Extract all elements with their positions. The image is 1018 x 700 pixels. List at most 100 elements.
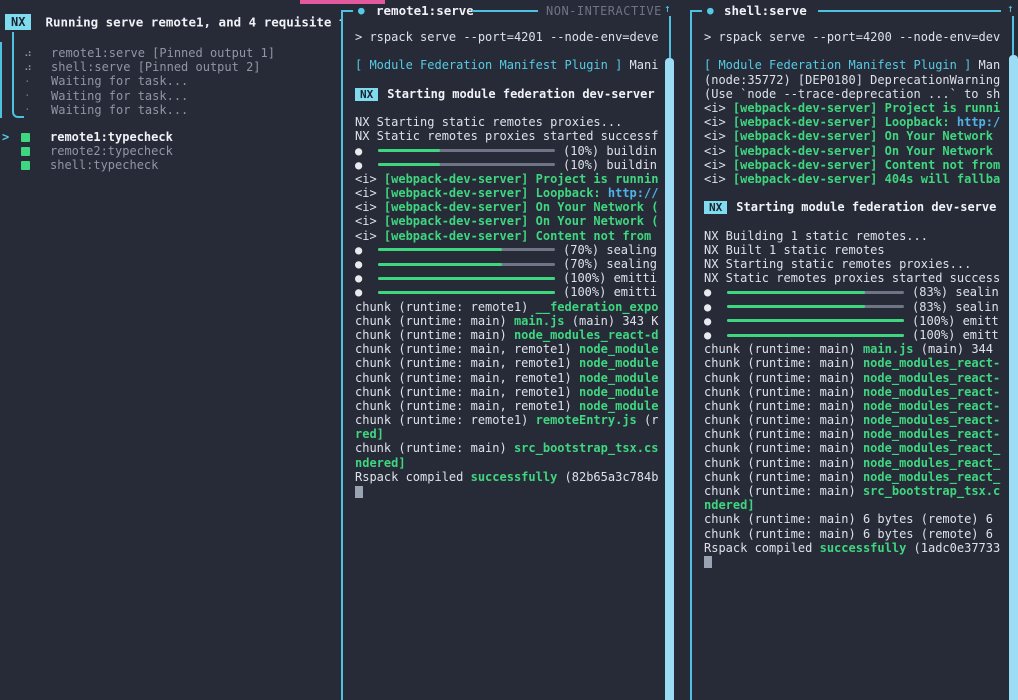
progress-bullet-icon: ● [355,144,378,158]
progress-bullet-icon: ● [355,285,378,299]
running-bullet-icon: ● [707,4,714,17]
task-label: Waiting for task... [51,89,188,103]
task-label: Waiting for task... [51,103,188,117]
progress-bar-fill [378,248,502,251]
progress-bar [378,277,555,280]
progress-label: (100%) emitti [563,285,657,299]
text-segment: node_modules_react-d [514,328,659,342]
text-segment: chunk (runtime: main) 6 bytes (remote) 6 [704,512,993,526]
scrollbar-remote1: ↑ [662,0,678,700]
task-label: remote1:typecheck [50,130,173,144]
progress-line: ●(100%) emitti [355,271,661,285]
text-segment: Content not from [885,158,1001,172]
text-segment: chunk (runtime: main) [704,441,863,455]
text-segment: <i> [704,101,733,115]
text-segment: <i> [355,200,384,214]
task-waiting-icon: · [24,75,51,88]
progress-line: ●(100%) emitt [704,314,1008,328]
terminal-line: chunk (runtime: main) main.js (main) 344 [704,342,1008,356]
scrollbar-shell: ↑ [1003,0,1018,700]
scrollbar-thumb[interactable] [1009,55,1018,700]
text-segment: node_module [579,371,658,385]
task-row[interactable]: ·Waiting for task... [0,74,341,88]
task-row[interactable]: shell:typecheck [0,158,341,172]
text-segment: chunk (runtime: main) [704,413,863,427]
progress-label: (10%) buildin [563,144,657,158]
text-segment: (main) 344 [914,342,993,356]
text-segment: chunk (runtime: main) [355,441,514,455]
scroll-up-icon[interactable]: ↑ [664,2,671,15]
text-segment: <i> [355,214,384,228]
blank-line [704,186,1008,200]
text-segment: successfully [820,541,907,555]
text-segment: [webpack-dev-server] [384,229,536,243]
text-segment: (1adc0e37733 [906,541,1000,555]
terminal-line [355,484,661,498]
scrollbar-track[interactable] [669,16,671,58]
terminal-line: <i> [webpack-dev-server] Content not fro… [704,158,1008,172]
scroll-up-icon[interactable]: ↑ [1007,2,1014,15]
nx-badge: NX [704,201,727,214]
text-segment: On Your Network [885,129,993,143]
progress-label: (10%) buildin [563,158,657,172]
task-row[interactable]: ·Waiting for task... [0,103,341,117]
scrollbar-thumb[interactable] [665,58,674,700]
text-segment: __federation_expo [536,300,659,314]
task-label: shell:typecheck [50,158,158,172]
pane-left-border [341,10,343,700]
progress-label: (83%) sealin [912,285,999,299]
task-waiting-icon: · [24,89,51,102]
text-segment: chunk (runtime: main) [704,399,863,413]
progress-bullet-icon: ● [355,158,378,172]
text-segment: chunk (runtime: main, remote1) [355,399,579,413]
progress-bar-fill [378,263,502,266]
terminal-line: chunk (runtime: main) node_modules_react… [704,371,1008,385]
text-segment: chunk (runtime: main, remote1) [355,356,579,370]
terminal-line: (node:35772) [DEP0180] DeprecationWarnin… [704,73,1008,87]
pane-title-rule [472,10,538,12]
text-segment: node_modules_react- [863,413,1000,427]
running-bullet-icon: ● [358,4,365,17]
pane-title[interactable]: remote1:serve [376,3,474,18]
text-segment: On Your Network [885,144,993,158]
text-segment: NX Starting static remotes proxies... [704,257,971,271]
text-segment: [webpack-dev-server] [733,129,885,143]
progress-bar [378,263,555,266]
text-segment: Project is runnin [536,172,659,186]
text-segment: > rspack serve --port=4201 --node-env=de… [355,30,658,44]
text-segment: node_modules_react- [863,371,1000,385]
task-list-title: Running serve remote1, and 4 requisite t… [45,15,341,30]
progress-label: (83%) sealin [912,300,999,314]
task-row[interactable]: ·Waiting for task... [0,89,341,103]
terminal-cursor [355,486,363,498]
task-row[interactable]: ⠴remote1:serve [Pinned output 1] [0,46,341,60]
text-segment: Mani [630,58,659,72]
text-segment: (node:35772) [DEP0180] DeprecationWarnin… [704,73,1000,87]
text-segment: 404s will fallba [885,172,1001,186]
pane-title[interactable]: shell:serve [724,3,807,18]
pane-shell-serve: ● shell:serve > rspack serve --port=4200… [690,0,1006,700]
task-row[interactable]: remote2:typecheck [0,144,341,158]
terminal-line: <i> [webpack-dev-server] On Your Network [704,129,1008,143]
task-spinner-icon: ⠴ [24,47,51,60]
text-segment: node_modules_react- [863,427,1000,441]
text-segment: NX Starting static remotes proxies... [355,115,622,129]
text-segment: <i> [355,186,384,200]
scrollbar-track[interactable] [1012,16,1014,56]
progress-bullet-icon: ● [704,285,727,299]
terminal-line: chunk (runtime: main) node_modules_react… [704,413,1008,427]
text-segment: chunk (runtime: main) [704,371,863,385]
text-segment: src_bootstrap_tsx.c [863,484,1000,498]
terminal-output[interactable]: > rspack serve --port=4201 --node-env=de… [355,30,661,695]
terminal-line: <i> [webpack-dev-server] On Your Network [704,144,1008,158]
text-segment: On Your Network ( [536,200,659,214]
task-row[interactable]: ⠴shell:serve [Pinned output 2] [0,60,341,74]
terminal-output[interactable]: > rspack serve --port=4200 --node-env=de… [704,30,1008,695]
task-list-panel: NXRunning serve remote1, and 4 requisite… [0,0,341,700]
terminal-line: chunk (runtime: main) node_modules_react… [704,385,1008,399]
text-segment: > rspack serve --port=4200 --node-env=de… [704,30,1000,44]
terminal-line: chunk (runtime: main) node_modules_react… [704,399,1008,413]
task-row[interactable]: >remote1:typecheck [0,130,341,144]
progress-bullet-icon: ● [355,243,378,257]
text-segment: remoteEntry.js [536,413,637,427]
